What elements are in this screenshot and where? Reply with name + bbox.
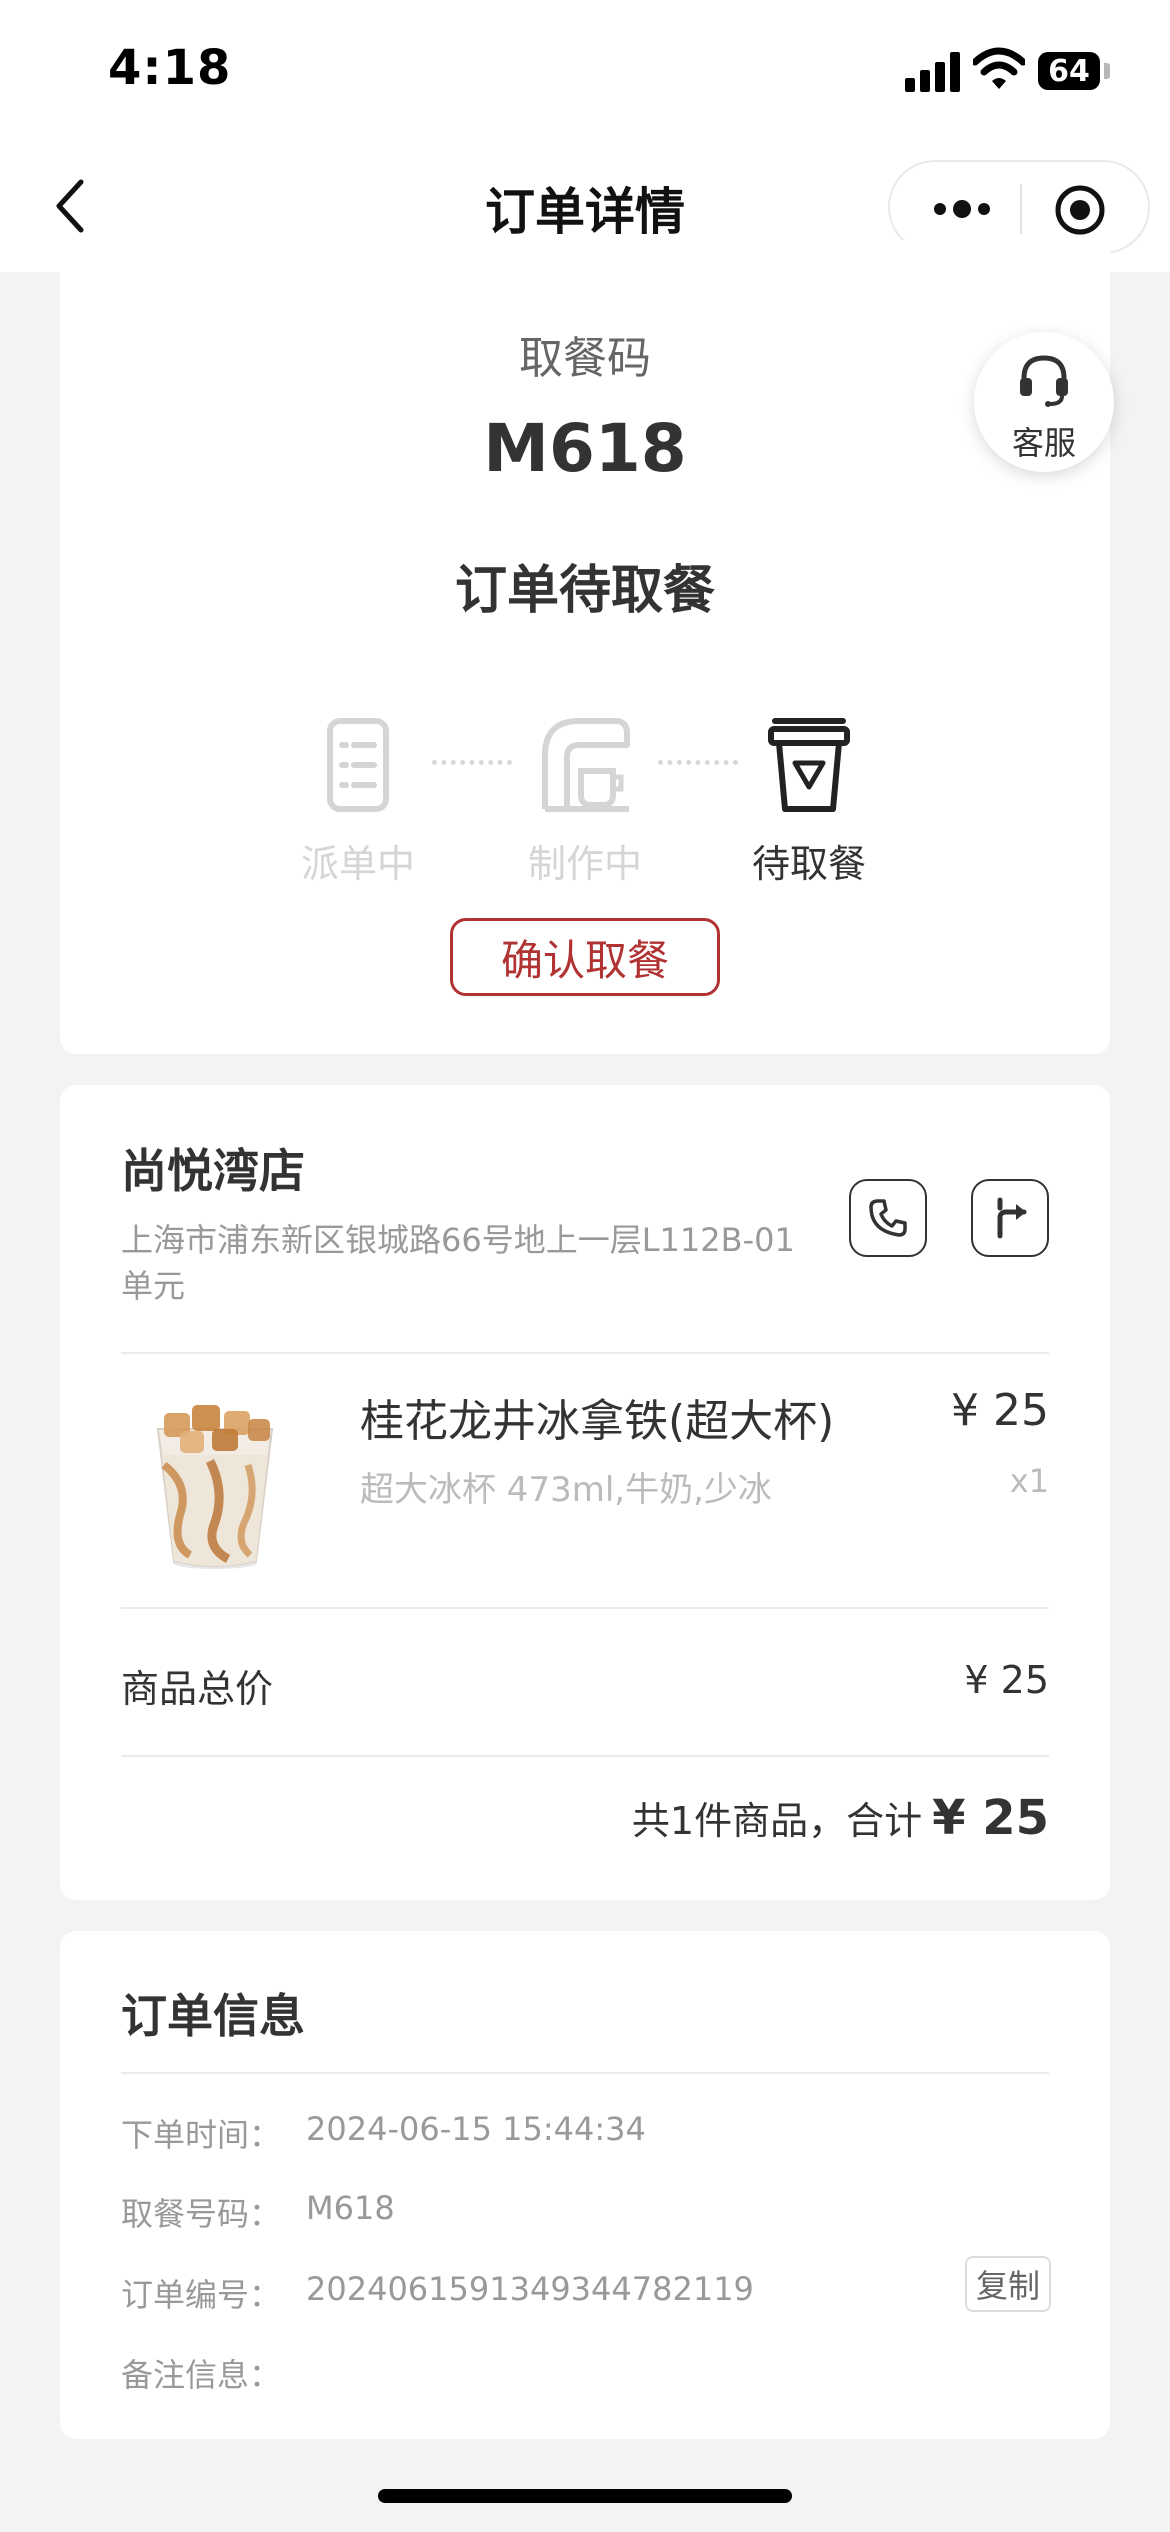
clipboard-icon — [327, 718, 389, 812]
divider — [121, 1755, 1049, 1757]
step-label: 制作中 — [527, 842, 642, 886]
info-key: 备注信息： — [121, 2356, 282, 2394]
customer-service-label: 客服 — [1011, 424, 1076, 462]
total-prefix: 共1件商品，合计 — [631, 1799, 923, 1843]
step-connector — [432, 760, 512, 765]
cup-icon — [768, 718, 850, 812]
product-price: ¥ 25 — [951, 1385, 1049, 1436]
info-row-order-time: 下单时间： 2024-06-15 15:44:34 — [121, 2110, 1051, 2160]
battery-tip — [1104, 63, 1110, 79]
capsule-divider — [1020, 184, 1022, 234]
step-connector — [658, 760, 738, 765]
step-dispatching: 派单中 — [278, 715, 438, 886]
store-address: 上海市浦东新区银城路66号地上一层L112B-01单元 — [121, 1221, 795, 1305]
subtotal-value: ¥ 25 — [964, 1658, 1049, 1702]
divider — [121, 2072, 1049, 2074]
info-value: 2024-06-15 15:44:34 — [306, 2110, 646, 2148]
info-value: M618 — [306, 2189, 395, 2227]
confirm-pickup-button[interactable]: 确认取餐 — [450, 918, 720, 996]
more-dots-icon — [934, 200, 990, 218]
divider — [121, 1352, 1049, 1354]
battery-level: 64 — [1048, 53, 1090, 89]
info-key: 下单时间： — [121, 2116, 282, 2154]
order-status: 订单待取餐 — [454, 561, 715, 621]
close-mini-program-button[interactable] — [1050, 180, 1110, 240]
top-bar: 4:18 64 订单详情 — [0, 0, 1170, 272]
directions-icon — [997, 1197, 1027, 1239]
product-name: 桂花龙井冰拿铁(超大杯) — [360, 1396, 835, 1447]
battery-icon: 64 — [1038, 52, 1100, 90]
more-button[interactable] — [922, 184, 1002, 234]
subtotal-label: 商品总价 — [121, 1667, 274, 1711]
home-indicator — [378, 2489, 792, 2503]
copy-order-number-button[interactable]: 复制 — [965, 2256, 1051, 2312]
product-quantity: x1 — [1009, 1462, 1049, 1500]
customer-service-button[interactable]: 客服 — [974, 332, 1114, 472]
info-row-remarks: 备注信息： — [121, 2350, 1051, 2400]
step-label: 派单中 — [300, 842, 415, 886]
order-info-title: 订单信息 — [121, 1989, 305, 2043]
navigate-store-button[interactable] — [971, 1179, 1049, 1257]
info-value: 20240615913493447821​19 — [306, 2270, 754, 2308]
call-store-button[interactable] — [849, 1179, 927, 1257]
step-ready: 待取餐 — [729, 715, 889, 886]
product-spec: 超大冰杯 473ml,牛奶,少冰 — [360, 1470, 772, 1510]
info-row-pickup-number: 取餐号码： M618 — [121, 2189, 1051, 2239]
product-image — [156, 1405, 274, 1569]
info-key: 订单编号： — [121, 2276, 282, 2314]
cellular-signal-icon — [905, 52, 961, 92]
info-key: 取餐号码： — [121, 2195, 282, 2233]
total-value: ¥ 25 — [932, 1790, 1049, 1846]
phone-icon — [869, 1199, 907, 1237]
store-name: 尚悦湾店 — [121, 1144, 305, 1198]
order-total: 共1件商品，合计 ¥ 25 — [632, 1790, 1049, 1846]
status-time: 4:18 — [108, 40, 232, 96]
wifi-icon — [973, 47, 1025, 89]
headset-icon — [1020, 355, 1068, 407]
step-label: 待取餐 — [751, 842, 866, 886]
divider — [121, 1607, 1049, 1609]
coffee-machine-icon — [542, 718, 630, 812]
step-making: 制作中 — [505, 715, 665, 886]
info-row-order-number: 订单编号： 20240615913493447821​19 复制 — [121, 2256, 1051, 2320]
target-circle-icon — [1055, 185, 1105, 235]
